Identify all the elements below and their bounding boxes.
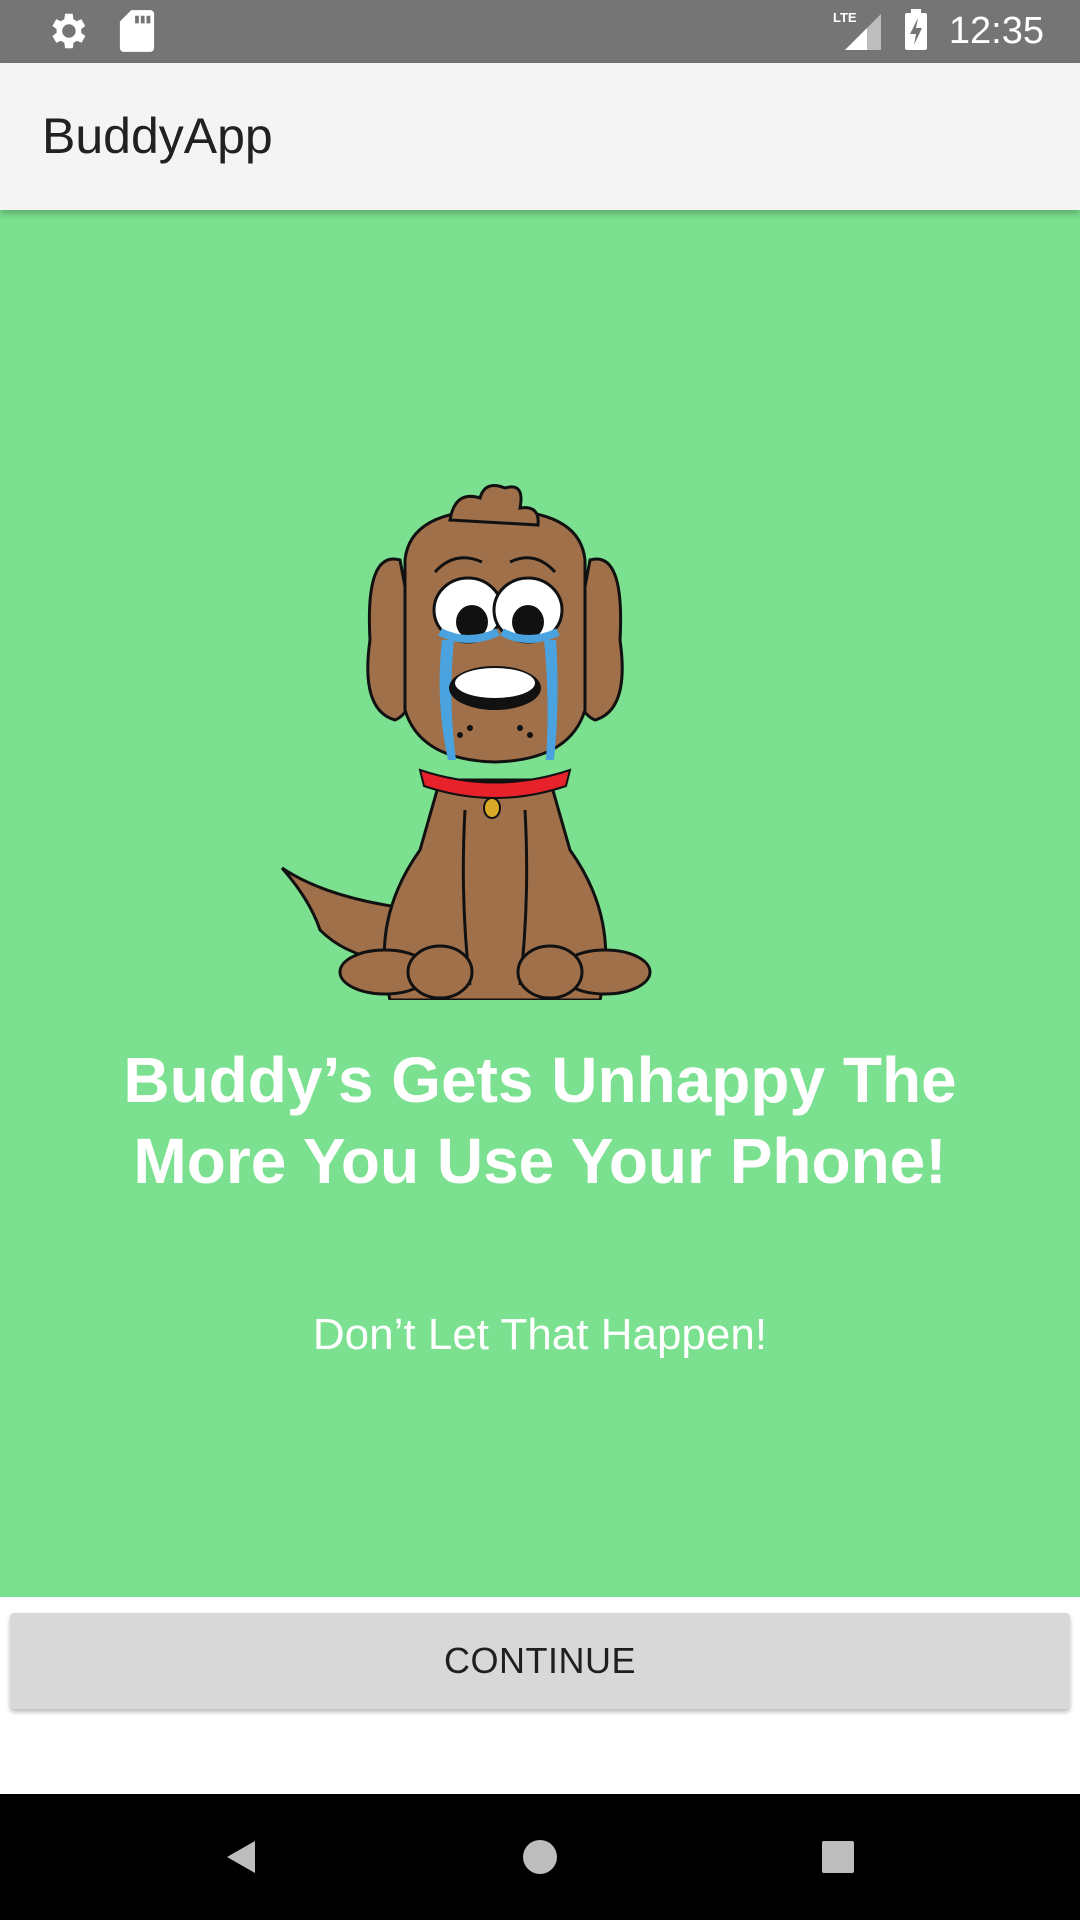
app-title: BuddyApp [42, 108, 273, 164]
navigation-bar [0, 1794, 1080, 1920]
continue-button[interactable]: CONTINUE [10, 1613, 1070, 1709]
battery-charging-icon [903, 8, 929, 56]
signal-icon: LTE [833, 8, 883, 56]
home-icon[interactable] [507, 1824, 573, 1890]
app-bar: BuddyApp [0, 63, 1080, 210]
gear-icon [44, 8, 90, 58]
main-content: Buddy’s Gets Unhappy The More You Use Yo… [0, 210, 1080, 1597]
svg-text:LTE: LTE [833, 10, 857, 25]
headline: Buddy’s Gets Unhappy The More You Use Yo… [123, 1044, 957, 1197]
subtext: Don’t Let That Happen! [312, 1310, 768, 1359]
status-bar: LTE 12:35 [0, 0, 1080, 63]
status-time: 12:35 [948, 10, 1044, 52]
sad-dog-illustration [280, 484, 652, 1000]
sd-card-icon [118, 8, 156, 58]
recents-icon[interactable] [805, 1824, 871, 1890]
back-icon[interactable] [209, 1824, 275, 1890]
